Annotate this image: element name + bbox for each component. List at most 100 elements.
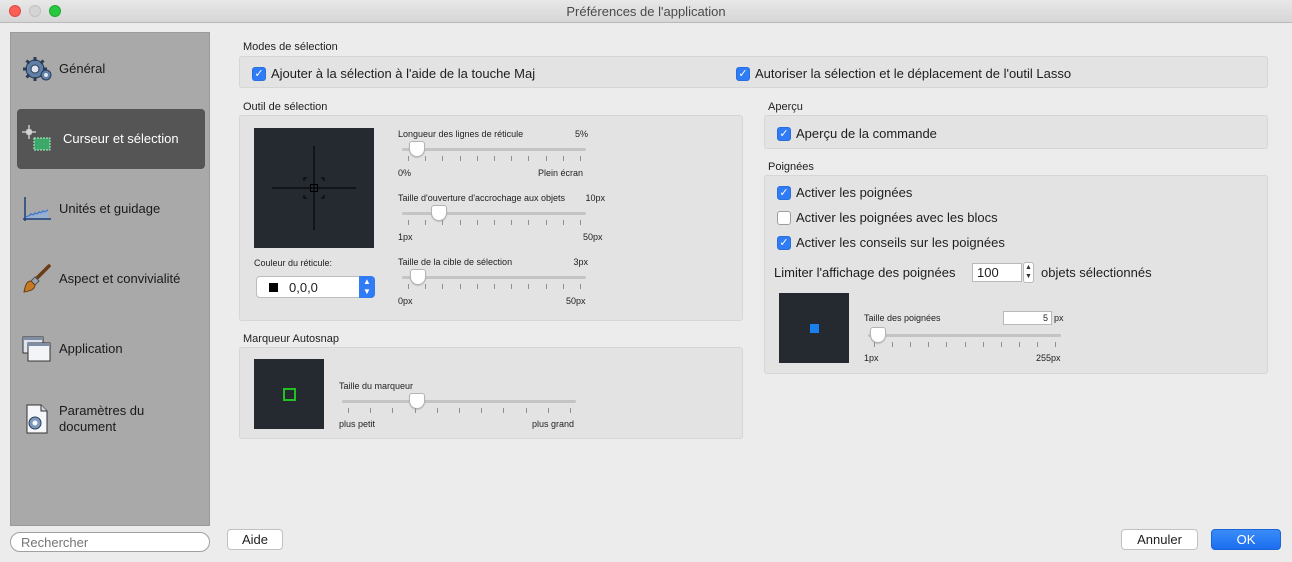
lasso-checkbox[interactable]: ✓ — [736, 66, 750, 81]
paintbrush-icon — [23, 264, 51, 293]
slider-tick — [459, 408, 460, 413]
grip-limit-stepper[interactable]: ▲ ▼ — [1023, 262, 1034, 283]
slider-tick — [414, 408, 416, 413]
shift-add-checkbox[interactable]: ✓ — [252, 66, 266, 81]
pickbox-size-title: Taille de la cible de sélection — [398, 257, 513, 267]
slider-tick — [562, 284, 564, 289]
crosshair-length-slider-thumb[interactable] — [408, 141, 425, 157]
slider-tick — [459, 220, 461, 225]
section-title-grips: Poignées — [768, 161, 814, 173]
slider-tick — [528, 284, 530, 289]
gear-icon — [23, 57, 52, 81]
slider-tick — [1000, 342, 1002, 347]
slider-tick — [442, 220, 444, 225]
pickbox-size-min: 0px — [398, 296, 413, 306]
marker-size-slider-thumb[interactable] — [408, 393, 425, 409]
grip-tips-checkbox[interactable]: ✓ — [777, 235, 791, 250]
shift-add-checkbox-row[interactable]: ✓ Ajouter à la sélection à l'aide de la … — [252, 66, 535, 81]
slider-tick — [459, 156, 461, 161]
ok-button[interactable]: OK — [1211, 529, 1281, 550]
sidebar-item-label: Unités et guidage — [59, 201, 161, 216]
grip-size-unit: px — [1054, 313, 1064, 323]
marker-size-title: Taille du marqueur — [339, 381, 414, 391]
sidebar-item-document-settings[interactable]: Paramètres du document — [17, 389, 205, 449]
sidebar-item-label: Application — [59, 341, 123, 356]
sidebar: Général Curseur et sélection Unités et g… — [10, 32, 210, 526]
crosshair-preview — [254, 128, 374, 248]
grip-size-max: 255px — [1036, 353, 1061, 363]
slider-tick — [503, 408, 505, 413]
windows-stack-icon — [22, 336, 51, 362]
slider-tick — [511, 220, 513, 225]
window-title: Préférences de l'application — [566, 4, 726, 19]
enable-grips-checkbox-row[interactable]: ✓ Activer les poignées — [777, 185, 912, 200]
command-preview-checkbox-row[interactable]: ✓ Aperçu de la commande — [777, 126, 937, 141]
slider-tick — [408, 284, 409, 289]
grip-limit-input[interactable]: 100 — [972, 263, 1022, 282]
slider-tick — [476, 284, 478, 289]
slider-tick — [545, 220, 547, 225]
slider-tick — [425, 156, 427, 161]
grip-tips-label: Activer les conseils sur les poignées — [796, 235, 1005, 250]
enable-grips-checkbox[interactable]: ✓ — [777, 185, 791, 200]
grip-square-icon — [810, 324, 819, 333]
grip-limit-suffix: objets sélectionnés — [1041, 265, 1152, 280]
marker-size-max: plus grand — [532, 419, 575, 429]
grip-size-input[interactable]: 5 — [1003, 311, 1052, 325]
slider-tick — [494, 156, 495, 161]
color-swatch — [269, 283, 278, 292]
slider-tick — [511, 284, 513, 289]
crosshair-length-title: Longueur des lignes de réticule — [398, 129, 524, 139]
lasso-checkbox-row[interactable]: ✓ Autoriser la sélection et le déplaceme… — [736, 66, 1071, 81]
title-bar: Préférences de l'application — [0, 0, 1292, 23]
minimize-window-button[interactable] — [29, 5, 41, 17]
command-preview-checkbox[interactable]: ✓ — [777, 126, 791, 141]
slider-tick — [408, 156, 409, 161]
sidebar-item-general[interactable]: Général — [17, 39, 205, 99]
crosshair-length-value: 5% — [574, 129, 588, 139]
slider-tick — [392, 408, 394, 413]
slider-tick — [528, 156, 530, 161]
grip-size-track — [868, 334, 1061, 337]
slider-tick — [562, 156, 564, 161]
slider-tick — [580, 220, 581, 225]
slider-tick — [408, 220, 409, 225]
sidebar-item-cursor-selection[interactable]: Curseur et sélection — [17, 109, 205, 169]
grip-size-title: Taille des poignées — [864, 313, 941, 323]
slider-tick — [570, 408, 571, 413]
slider-tick — [511, 156, 513, 161]
aperture-size-value: 10px — [585, 193, 605, 203]
slider-tick — [425, 220, 427, 225]
reticle-color-label: Couleur du réticule: — [254, 258, 333, 268]
marker-size-min: plus petit — [339, 419, 376, 429]
slider-tick — [562, 220, 564, 225]
section-title-autosnap: Marqueur Autosnap — [243, 333, 340, 345]
cancel-button[interactable]: Annuler — [1121, 529, 1198, 550]
aperture-size-title: Taille d'ouverture d'accrochage aux obje… — [398, 193, 566, 203]
sidebar-item-look-feel[interactable]: Aspect et convivialité — [17, 249, 205, 309]
sidebar-item-label: Aspect et convivialité — [59, 271, 181, 286]
sidebar-item-application[interactable]: Application — [17, 319, 205, 379]
aperture-size-slider-thumb[interactable] — [430, 205, 447, 221]
autosnap-marker-icon — [283, 388, 296, 401]
close-window-button[interactable] — [9, 5, 21, 17]
reticle-color-select[interactable]: 0,0,0 ▲ ▼ — [256, 276, 375, 298]
section-title-preview: Aperçu — [768, 101, 803, 113]
search-input[interactable] — [10, 532, 210, 552]
zoom-window-button[interactable] — [49, 5, 61, 17]
slider-tick — [1055, 342, 1056, 347]
slider-tick — [442, 284, 444, 289]
slider-tick — [545, 156, 547, 161]
grip-size-slider-thumb[interactable] — [869, 327, 886, 343]
slider-tick — [1036, 342, 1038, 347]
grip-tips-checkbox-row[interactable]: ✓ Activer les conseils sur les poignées — [777, 235, 1005, 250]
slider-tick — [910, 342, 912, 347]
slider-tick — [982, 342, 984, 347]
help-button[interactable]: Aide — [227, 529, 283, 550]
sidebar-item-units[interactable]: Unités et guidage — [17, 179, 205, 239]
sidebar-item-label: Paramètres du document — [59, 403, 145, 434]
slider-tick — [528, 220, 530, 225]
lasso-label: Autoriser la sélection et le déplacement… — [755, 66, 1072, 81]
grips-blocks-checkbox-row[interactable]: Activer les poignées avec les blocs — [777, 210, 998, 225]
grips-blocks-checkbox[interactable] — [777, 210, 791, 225]
